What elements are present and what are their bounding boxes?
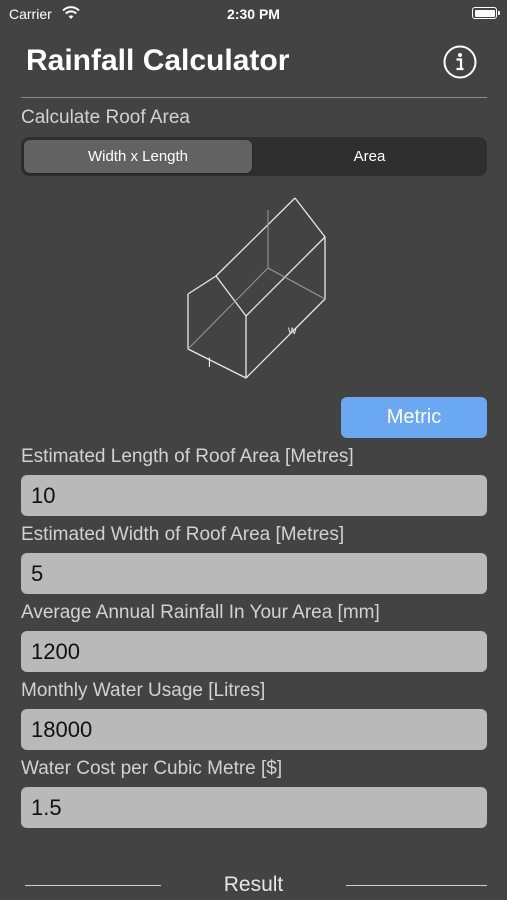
diagram-width-label: w: [287, 323, 297, 337]
water-cost-input[interactable]: 1.5: [21, 787, 487, 828]
metric-unit-button[interactable]: Metric: [341, 397, 487, 438]
annual-rainfall-input[interactable]: 1200: [21, 631, 487, 672]
field-label-roof-width: Estimated Width of Roof Area [Metres]: [21, 524, 345, 545]
result-divider-right: [346, 885, 487, 886]
page-title: Rainfall Calculator: [26, 44, 290, 77]
diagram-length-label: l: [208, 355, 211, 370]
info-icon[interactable]: [443, 45, 477, 79]
house-diagram: l w: [187, 197, 326, 379]
section-label-roof-area: Calculate Roof Area: [21, 107, 190, 128]
status-bar: Carrier 2:30 PM: [0, 0, 507, 28]
roof-area-mode-segmented-control: Width x Length Area: [21, 137, 487, 176]
field-label-roof-length: Estimated Length of Roof Area [Metres]: [21, 446, 354, 467]
field-label-water-cost: Water Cost per Cubic Metre [$]: [21, 758, 283, 779]
battery-icon: [472, 7, 500, 19]
roof-length-input[interactable]: 10: [21, 475, 487, 516]
segment-width-x-length[interactable]: Width x Length: [24, 140, 252, 173]
field-label-annual-rainfall: Average Annual Rainfall In Your Area [mm…: [21, 602, 380, 623]
roof-width-input[interactable]: 5: [21, 553, 487, 594]
header-divider: [21, 97, 487, 98]
segment-area[interactable]: Area: [255, 140, 484, 173]
monthly-usage-input[interactable]: 18000: [21, 709, 487, 750]
status-time: 2:30 PM: [227, 6, 280, 22]
field-label-monthly-usage: Monthly Water Usage [Litres]: [21, 680, 266, 701]
